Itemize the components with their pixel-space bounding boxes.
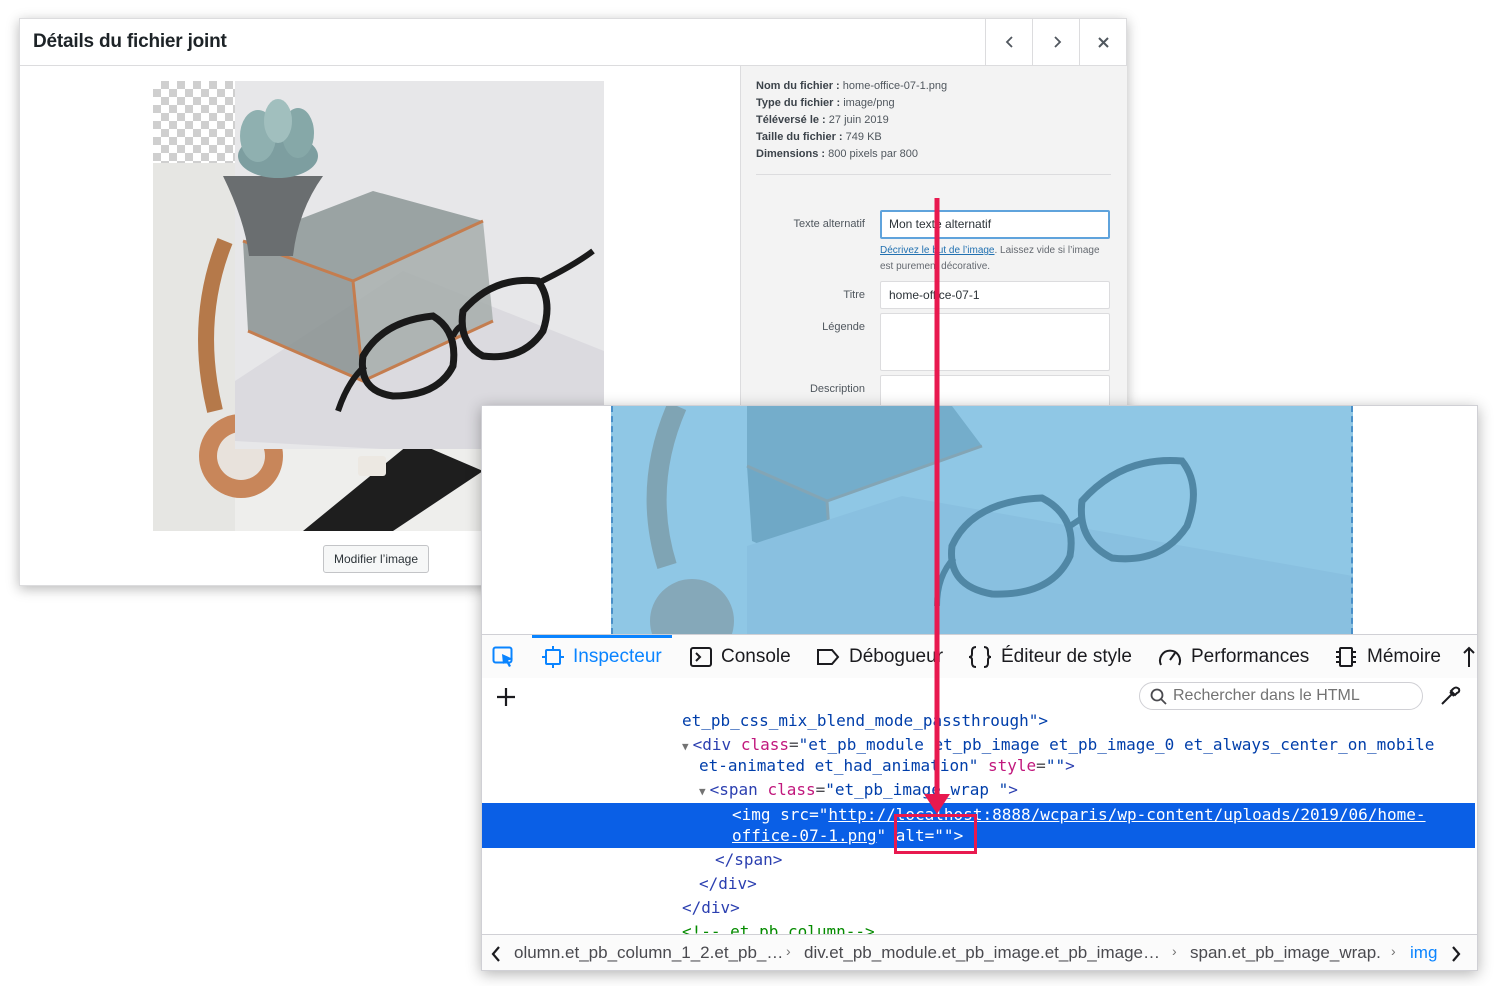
code-line: et-animated et_had_animation" style="">: [699, 756, 1075, 775]
alt-text-help: Décrivez le but de l’image. Laissez vide…: [880, 245, 1100, 272]
close-icon: [1098, 36, 1109, 48]
eyedropper-icon[interactable]: [1439, 685, 1461, 707]
braces-icon: [968, 646, 992, 668]
info-filename: Nom du fichier : home-office-07-1.png: [756, 80, 948, 92]
tab-memory[interactable]: Mémoire: [1334, 635, 1441, 679]
breadcrumb-separator: ›: [786, 943, 791, 959]
page-viewport: [482, 406, 1477, 634]
code-line: </span>: [715, 850, 783, 869]
close-button[interactable]: [1079, 19, 1127, 65]
html-tree: et_pb_css_mix_blend_mode_passthrough"> ▼…: [482, 714, 1477, 934]
alt-text-input[interactable]: Mon texte alternatif: [880, 210, 1110, 239]
modal-header: Détails du fichier joint: [20, 19, 1126, 66]
code-line: </div>: [699, 874, 757, 893]
info-filesize: Taille du fichier : 749 KB: [756, 131, 882, 143]
element-highlight-overlay: [611, 406, 1353, 634]
chevron-left-icon[interactable]: [490, 945, 502, 963]
tab-performance[interactable]: Performances: [1158, 635, 1309, 679]
pick-element-icon: [492, 646, 513, 667]
code-line: <img src="http://localhost:8888/wcparis/…: [732, 805, 1426, 824]
breadcrumb-separator: ›: [1391, 943, 1396, 959]
alt-text-label: Texte alternatif: [793, 218, 865, 230]
breadcrumb-item-selected[interactable]: img: [1410, 943, 1437, 963]
breadcrumb-item[interactable]: olumn.et_pb_column_1_2.et_pb_…: [514, 943, 783, 963]
caption-label: Légende: [822, 321, 865, 333]
tab-console[interactable]: Console: [690, 635, 791, 679]
breadcrumb-separator: ›: [1172, 943, 1177, 959]
annotation-highlight-box: [894, 814, 977, 854]
next-button[interactable]: [1032, 19, 1080, 65]
devtools-panel: Inspecteur Console Débogueur Éditeur de …: [481, 405, 1478, 971]
arrow-up-icon: [1463, 646, 1475, 667]
inspector-toolbar: Rechercher dans le HTML: [482, 678, 1477, 715]
code-line: et_pb_css_mix_blend_mode_passthrough">: [682, 714, 1049, 730]
info-dimensions: Dimensions : 800 pixels par 800: [756, 148, 919, 160]
chevron-right-icon[interactable]: [1450, 945, 1462, 963]
code-line-span[interactable]: ▼ <span class="et_pb_image_wrap ">: [699, 779, 1018, 803]
element-picker-button[interactable]: [492, 635, 525, 679]
debugger-icon: [817, 649, 840, 665]
previous-button[interactable]: [985, 19, 1033, 65]
gauge-icon: [1159, 649, 1181, 666]
tab-debugger[interactable]: Débogueur: [816, 635, 943, 679]
breadcrumb-item[interactable]: div.et_pb_module.et_pb_image.et_pb_image…: [804, 943, 1160, 963]
code-comment: <!--.et_pb_column-->: [682, 922, 875, 934]
title-input[interactable]: home-office-07-1: [880, 281, 1110, 309]
tab-overflow[interactable]: [1462, 635, 1477, 679]
description-label: Description: [809, 383, 865, 395]
chevron-left-icon: [1005, 36, 1013, 48]
edit-image-button[interactable]: Modifier l’image: [323, 545, 430, 573]
info-filetype: Type du fichier : image/png: [756, 97, 895, 109]
console-icon: [690, 647, 712, 667]
breadcrumb-item[interactable]: span.et_pb_image_wrap.: [1190, 943, 1381, 963]
html-search-input[interactable]: Rechercher dans le HTML: [1139, 682, 1423, 710]
modal-title: Détails du fichier joint: [33, 31, 227, 52]
memory-chip-icon: [1336, 647, 1356, 667]
info-uploaded: Téléversé le : 27 juin 2019: [756, 114, 889, 126]
transparency-pattern: [153, 81, 235, 163]
inspector-icon: [542, 646, 564, 668]
file-info: Nom du fichier : home-office-07-1.png Ty…: [756, 78, 947, 163]
alt-text-help-link[interactable]: Décrivez le but de l’image: [880, 245, 995, 256]
title-label: Titre: [843, 289, 865, 301]
code-line: </div>: [682, 898, 740, 917]
selected-node-img[interactable]: <img src="http://localhost:8888/wcparis/…: [482, 803, 1475, 848]
devtools-tabbar: Inspecteur Console Débogueur Éditeur de …: [482, 634, 1477, 680]
add-node-icon[interactable]: [495, 686, 517, 708]
divider: [756, 174, 1111, 175]
search-icon: [1150, 688, 1167, 705]
chevron-right-icon: [1053, 36, 1061, 48]
tab-style-editor[interactable]: Éditeur de style: [968, 635, 1132, 679]
breadcrumb: olumn.et_pb_column_1_2.et_pb_… › div.et_…: [482, 934, 1477, 970]
tab-inspector[interactable]: Inspecteur: [532, 635, 672, 679]
caption-textarea[interactable]: [880, 313, 1110, 371]
